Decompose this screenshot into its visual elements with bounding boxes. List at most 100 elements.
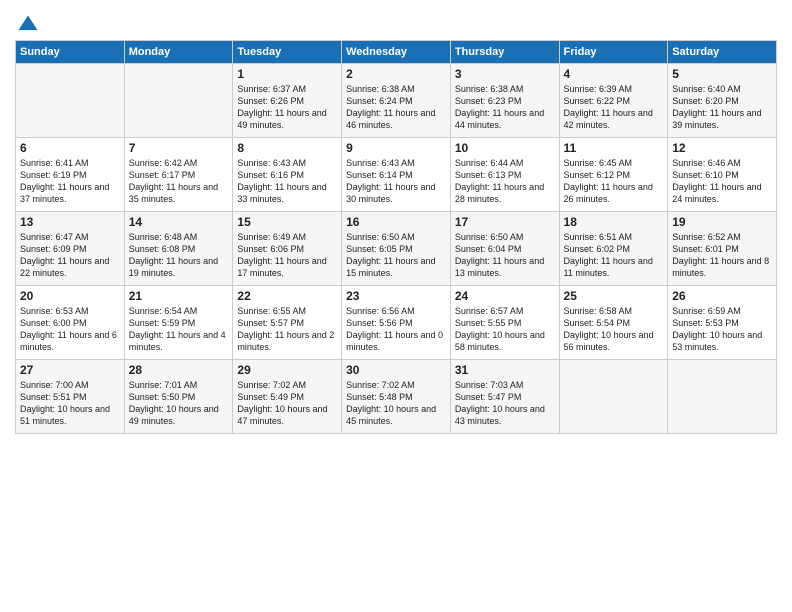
day-number: 20 bbox=[20, 289, 120, 303]
calendar-cell: 20Sunrise: 6:53 AM Sunset: 6:00 PM Dayli… bbox=[16, 286, 125, 360]
day-number: 5 bbox=[672, 67, 772, 81]
day-number: 25 bbox=[564, 289, 664, 303]
cell-info: Sunrise: 6:54 AM Sunset: 5:59 PM Dayligh… bbox=[129, 305, 229, 354]
cell-info: Sunrise: 6:43 AM Sunset: 6:14 PM Dayligh… bbox=[346, 157, 446, 206]
day-number: 13 bbox=[20, 215, 120, 229]
day-number: 18 bbox=[564, 215, 664, 229]
cell-info: Sunrise: 7:00 AM Sunset: 5:51 PM Dayligh… bbox=[20, 379, 120, 428]
week-row-2: 6 Sunrise: 6:41 AM Sunset: 6:19 PM Daylig… bbox=[16, 138, 777, 212]
calendar-header-row: SundayMondayTuesdayWednesdayThursdayFrid… bbox=[16, 41, 777, 64]
calendar-cell bbox=[124, 64, 233, 138]
day-number: 19 bbox=[672, 215, 772, 229]
day-number: 14 bbox=[129, 215, 229, 229]
calendar-cell bbox=[668, 360, 777, 434]
calendar-cell: 6 Sunrise: 6:41 AM Sunset: 6:19 PM Daylig… bbox=[16, 138, 125, 212]
cell-info: Sunrise: 6:40 AM Sunset: 6:20 PM Dayligh… bbox=[672, 83, 772, 132]
cell-info: Sunrise: 6:57 AM Sunset: 5:55 PM Dayligh… bbox=[455, 305, 555, 354]
calendar-cell: 26Sunrise: 6:59 AM Sunset: 5:53 PM Dayli… bbox=[668, 286, 777, 360]
cell-info: Sunrise: 6:44 AM Sunset: 6:13 PM Dayligh… bbox=[455, 157, 555, 206]
day-header-saturday: Saturday bbox=[668, 41, 777, 64]
logo-icon bbox=[17, 14, 39, 36]
day-number: 31 bbox=[455, 363, 555, 377]
cell-info: Sunrise: 7:02 AM Sunset: 5:48 PM Dayligh… bbox=[346, 379, 446, 428]
calendar-cell: 16 Sunrise: 6:50 AM Sunset: 6:05 PM Dayli… bbox=[342, 212, 451, 286]
calendar-cell: 21Sunrise: 6:54 AM Sunset: 5:59 PM Dayli… bbox=[124, 286, 233, 360]
day-number: 10 bbox=[455, 141, 555, 155]
day-number: 8 bbox=[237, 141, 337, 155]
cell-info: Sunrise: 6:52 AM Sunset: 6:01 PM Dayligh… bbox=[672, 231, 772, 280]
cell-info: Sunrise: 6:59 AM Sunset: 5:53 PM Dayligh… bbox=[672, 305, 772, 354]
day-header-wednesday: Wednesday bbox=[342, 41, 451, 64]
day-header-thursday: Thursday bbox=[450, 41, 559, 64]
calendar-cell: 10 Sunrise: 6:44 AM Sunset: 6:13 PM Dayli… bbox=[450, 138, 559, 212]
cell-info: Sunrise: 6:50 AM Sunset: 6:04 PM Dayligh… bbox=[455, 231, 555, 280]
cell-info: Sunrise: 6:38 AM Sunset: 6:24 PM Dayligh… bbox=[346, 83, 446, 132]
header bbox=[15, 10, 777, 36]
calendar-cell bbox=[559, 360, 668, 434]
cell-info: Sunrise: 6:47 AM Sunset: 6:09 PM Dayligh… bbox=[20, 231, 120, 280]
day-number: 29 bbox=[237, 363, 337, 377]
week-row-3: 13 Sunrise: 6:47 AM Sunset: 6:09 PM Dayli… bbox=[16, 212, 777, 286]
day-number: 23 bbox=[346, 289, 446, 303]
cell-info: Sunrise: 6:50 AM Sunset: 6:05 PM Dayligh… bbox=[346, 231, 446, 280]
day-number: 3 bbox=[455, 67, 555, 81]
cell-info: Sunrise: 7:02 AM Sunset: 5:49 PM Dayligh… bbox=[237, 379, 337, 428]
day-number: 15 bbox=[237, 215, 337, 229]
day-number: 11 bbox=[564, 141, 664, 155]
day-number: 30 bbox=[346, 363, 446, 377]
cell-info: Sunrise: 6:46 AM Sunset: 6:10 PM Dayligh… bbox=[672, 157, 772, 206]
calendar-cell: 4 Sunrise: 6:39 AM Sunset: 6:22 PM Daylig… bbox=[559, 64, 668, 138]
cell-info: Sunrise: 6:56 AM Sunset: 5:56 PM Dayligh… bbox=[346, 305, 446, 354]
cell-info: Sunrise: 6:45 AM Sunset: 6:12 PM Dayligh… bbox=[564, 157, 664, 206]
calendar-cell: 5 Sunrise: 6:40 AM Sunset: 6:20 PM Daylig… bbox=[668, 64, 777, 138]
calendar-cell: 3 Sunrise: 6:38 AM Sunset: 6:23 PM Daylig… bbox=[450, 64, 559, 138]
day-number: 6 bbox=[20, 141, 120, 155]
calendar-cell: 11 Sunrise: 6:45 AM Sunset: 6:12 PM Dayli… bbox=[559, 138, 668, 212]
calendar-cell: 23 Sunrise: 6:56 AM Sunset: 5:56 PM Dayli… bbox=[342, 286, 451, 360]
calendar-body: 1Sunrise: 6:37 AM Sunset: 6:26 PM Daylig… bbox=[16, 64, 777, 434]
day-number: 17 bbox=[455, 215, 555, 229]
cell-info: Sunrise: 7:03 AM Sunset: 5:47 PM Dayligh… bbox=[455, 379, 555, 428]
day-number: 2 bbox=[346, 67, 446, 81]
calendar-cell bbox=[16, 64, 125, 138]
calendar-cell: 25 Sunrise: 6:58 AM Sunset: 5:54 PM Dayli… bbox=[559, 286, 668, 360]
cell-info: Sunrise: 6:38 AM Sunset: 6:23 PM Dayligh… bbox=[455, 83, 555, 132]
cell-info: Sunrise: 6:43 AM Sunset: 6:16 PM Dayligh… bbox=[237, 157, 337, 206]
cell-info: Sunrise: 6:49 AM Sunset: 6:06 PM Dayligh… bbox=[237, 231, 337, 280]
calendar-table: SundayMondayTuesdayWednesdayThursdayFrid… bbox=[15, 40, 777, 434]
calendar-cell: 29 Sunrise: 7:02 AM Sunset: 5:49 PM Dayli… bbox=[233, 360, 342, 434]
day-number: 16 bbox=[346, 215, 446, 229]
day-number: 27 bbox=[20, 363, 120, 377]
calendar-cell: 28Sunrise: 7:01 AM Sunset: 5:50 PM Dayli… bbox=[124, 360, 233, 434]
calendar-cell: 18 Sunrise: 6:51 AM Sunset: 6:02 PM Dayli… bbox=[559, 212, 668, 286]
calendar-cell: 13 Sunrise: 6:47 AM Sunset: 6:09 PM Dayli… bbox=[16, 212, 125, 286]
calendar-cell: 15 Sunrise: 6:49 AM Sunset: 6:06 PM Dayli… bbox=[233, 212, 342, 286]
day-number: 9 bbox=[346, 141, 446, 155]
calendar-cell: 12 Sunrise: 6:46 AM Sunset: 6:10 PM Dayli… bbox=[668, 138, 777, 212]
calendar-cell: 31 Sunrise: 7:03 AM Sunset: 5:47 PM Dayli… bbox=[450, 360, 559, 434]
day-number: 1 bbox=[237, 67, 337, 81]
cell-info: Sunrise: 6:39 AM Sunset: 6:22 PM Dayligh… bbox=[564, 83, 664, 132]
calendar-cell: 24Sunrise: 6:57 AM Sunset: 5:55 PM Dayli… bbox=[450, 286, 559, 360]
day-number: 22 bbox=[237, 289, 337, 303]
cell-info: Sunrise: 7:01 AM Sunset: 5:50 PM Dayligh… bbox=[129, 379, 229, 428]
logo bbox=[15, 14, 39, 36]
calendar-cell: 14 Sunrise: 6:48 AM Sunset: 6:08 PM Dayli… bbox=[124, 212, 233, 286]
calendar-cell: 9 Sunrise: 6:43 AM Sunset: 6:14 PM Daylig… bbox=[342, 138, 451, 212]
cell-info: Sunrise: 6:51 AM Sunset: 6:02 PM Dayligh… bbox=[564, 231, 664, 280]
day-number: 12 bbox=[672, 141, 772, 155]
calendar-cell: 17 Sunrise: 6:50 AM Sunset: 6:04 PM Dayli… bbox=[450, 212, 559, 286]
calendar-cell: 27 Sunrise: 7:00 AM Sunset: 5:51 PM Dayli… bbox=[16, 360, 125, 434]
cell-info: Sunrise: 6:48 AM Sunset: 6:08 PM Dayligh… bbox=[129, 231, 229, 280]
day-header-friday: Friday bbox=[559, 41, 668, 64]
cell-info: Sunrise: 6:41 AM Sunset: 6:19 PM Dayligh… bbox=[20, 157, 120, 206]
cell-info: Sunrise: 6:58 AM Sunset: 5:54 PM Dayligh… bbox=[564, 305, 664, 354]
day-header-sunday: Sunday bbox=[16, 41, 125, 64]
day-number: 4 bbox=[564, 67, 664, 81]
day-header-monday: Monday bbox=[124, 41, 233, 64]
calendar-cell: 22Sunrise: 6:55 AM Sunset: 5:57 PM Dayli… bbox=[233, 286, 342, 360]
calendar-cell: 8 Sunrise: 6:43 AM Sunset: 6:16 PM Daylig… bbox=[233, 138, 342, 212]
calendar-cell: 1Sunrise: 6:37 AM Sunset: 6:26 PM Daylig… bbox=[233, 64, 342, 138]
day-header-tuesday: Tuesday bbox=[233, 41, 342, 64]
calendar-cell: 30 Sunrise: 7:02 AM Sunset: 5:48 PM Dayli… bbox=[342, 360, 451, 434]
